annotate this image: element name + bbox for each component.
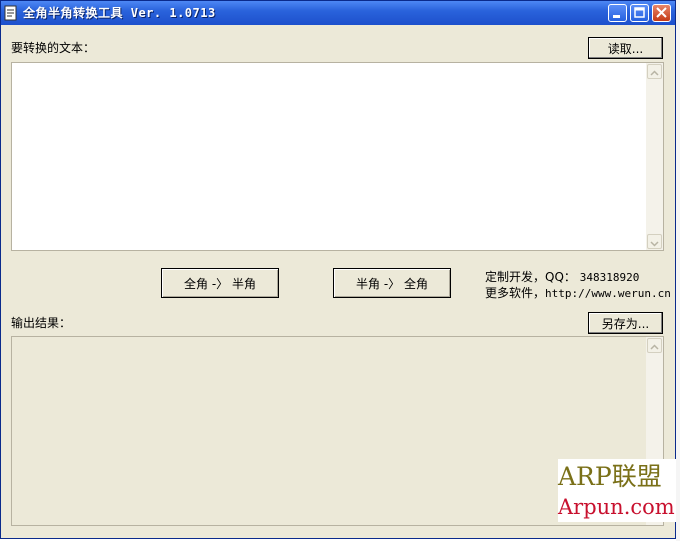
background-edge bbox=[676, 0, 680, 541]
maximize-button[interactable] bbox=[630, 4, 649, 22]
input-scrollbar[interactable] bbox=[646, 63, 663, 250]
read-button[interactable]: 读取... bbox=[588, 37, 663, 59]
close-icon bbox=[656, 7, 667, 18]
qq-number: 348318920 bbox=[579, 271, 640, 284]
scroll-down-arrow-icon[interactable] bbox=[647, 234, 662, 249]
minimize-button[interactable] bbox=[608, 4, 627, 22]
close-button[interactable] bbox=[652, 4, 671, 22]
input-label: 要转换的文本： bbox=[11, 41, 96, 55]
full-to-half-button[interactable]: 全角 -〉 半角 bbox=[161, 268, 279, 298]
input-textarea[interactable] bbox=[11, 62, 664, 251]
window-title: 全角半角转换工具 Ver. 1.0713 bbox=[23, 6, 216, 20]
app-document-icon[interactable] bbox=[4, 5, 18, 21]
more-prefix: 更多软件， bbox=[485, 286, 546, 300]
minimize-icon bbox=[613, 15, 620, 18]
more-url: http://www.werun.cn bbox=[545, 287, 671, 300]
scroll-up-arrow-icon[interactable] bbox=[647, 338, 662, 353]
contact-qq: 定制开发，QQ： 348318920 bbox=[485, 269, 639, 286]
qq-prefix: 定制开发，QQ： bbox=[485, 270, 576, 284]
output-label: 输出结果： bbox=[11, 316, 72, 330]
title-bar[interactable]: 全角半角转换工具 Ver. 1.0713 bbox=[1, 1, 675, 25]
maximize-icon bbox=[634, 7, 645, 18]
more-software: 更多软件，http://www.werun.cn bbox=[485, 285, 671, 302]
save-as-button[interactable]: 另存为... bbox=[588, 312, 663, 334]
scroll-up-arrow-icon[interactable] bbox=[647, 64, 662, 79]
watermark-line1: ARP联盟 bbox=[558, 462, 662, 491]
watermark-logo: ARP联盟 Arpun.com bbox=[558, 459, 676, 522]
watermark-line2: Arpun.com bbox=[558, 495, 675, 519]
half-to-full-button[interactable]: 半角 -〉 全角 bbox=[333, 268, 451, 298]
